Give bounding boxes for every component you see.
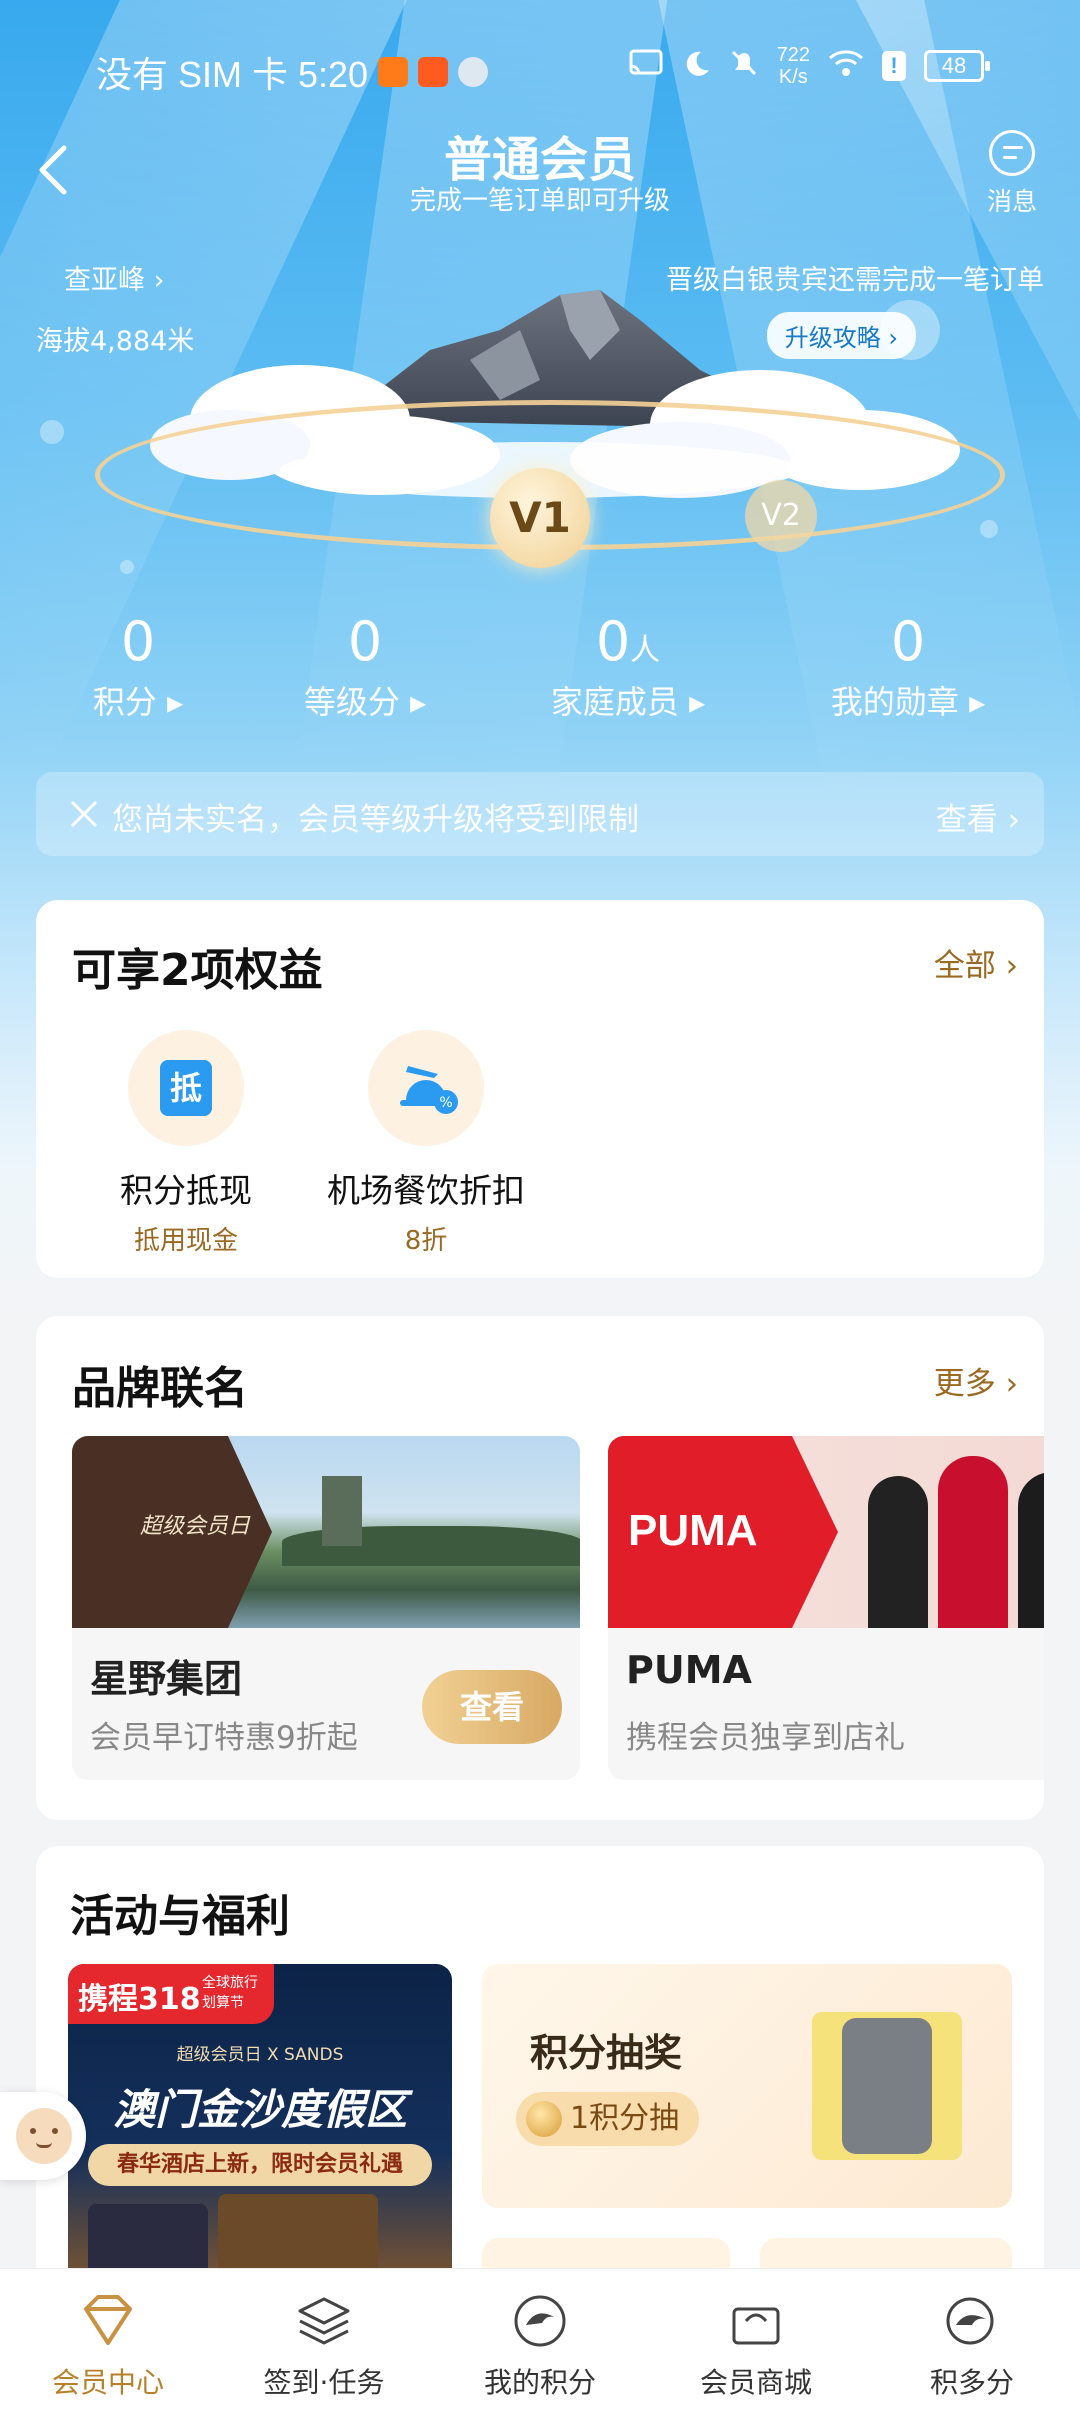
brand-view-button[interactable]: 查看 [422, 1670, 562, 1744]
bottom-tab-bar: 会员中心 签到·任务 我的积分 会员商城 积多分 [0, 2268, 1080, 2412]
brands-more-link[interactable]: 更多 › [934, 1358, 1018, 1403]
close-icon[interactable] [64, 794, 104, 834]
lottery-card[interactable]: 积分抽奖 1积分抽 [482, 1964, 1012, 2208]
chevron-right-icon: › [153, 265, 165, 296]
lottery-prize-image [812, 2012, 962, 2160]
brands-card: 品牌联名 更多 › 超级会员日 星野集团 会员早订特惠9折起 查看 PUMA P… [36, 1316, 1044, 1820]
alert-icon: ! [882, 51, 906, 81]
tab-my-points[interactable]: 我的积分 [432, 2269, 648, 2412]
stat-level-score[interactable]: 0 等级分 ▸ [255, 610, 475, 723]
benefit-item-airport-dining[interactable]: % 机场餐饮折扣 8折 [316, 1030, 536, 1257]
brand-name: 星野集团 [90, 1657, 243, 1701]
tab-member-shop[interactable]: 会员商城 [648, 2269, 864, 2412]
coin-icon [526, 2101, 562, 2137]
message-icon [989, 130, 1035, 176]
app-notification-icon [378, 57, 409, 87]
benefits-title: 可享2项权益 [72, 945, 323, 996]
brand-desc: 会员早订特惠9折起 [90, 1720, 358, 1756]
dolphin-coin-icon [510, 2291, 570, 2351]
status-bar: 没有 SIM 卡 5:20 722 K/s ! 48 [0, 36, 1080, 96]
layers-icon [294, 2291, 354, 2351]
stat-medals[interactable]: 0 我的勋章 ▸ [798, 610, 1018, 723]
message-button[interactable]: 消息 [972, 130, 1052, 218]
stat-points[interactable]: 0 积分 ▸ [28, 610, 248, 723]
promo-banner-macau[interactable]: 携程318 全球旅行 划算节 超级会员日 X SANDS 澳门金沙度假区 春华酒… [68, 1964, 452, 2286]
moon-icon [681, 45, 711, 87]
benefits-all-link[interactable]: 全部 › [934, 940, 1018, 985]
tab-checkin-tasks[interactable]: 签到·任务 [216, 2269, 432, 2412]
cast-icon [629, 45, 663, 87]
carrier-time: 没有 SIM 卡 5:20 [96, 54, 369, 95]
notice-view-link[interactable]: 查看 › [936, 794, 1020, 839]
chevron-right-icon: › [888, 324, 898, 352]
stat-family[interactable]: 0人 家庭成员 ▸ [518, 610, 738, 723]
app-notification-icon-2 [418, 57, 449, 87]
brand-desc: 携程会员独享到店礼 [626, 1720, 905, 1756]
current-level-badge: V1 [490, 468, 590, 568]
diamond-icon [78, 2291, 138, 2351]
puma-logo: PUMA [628, 1506, 758, 1555]
brand-card-puma[interactable]: PUMA PUMA 携程会员独享到店礼 查看 [608, 1436, 1044, 1780]
promo-tag-sub2: 划算节 [202, 1995, 244, 2011]
activities-title: 活动与福利 [70, 1891, 290, 1942]
verification-notice[interactable]: 您尚未实名，会员等级升级将受到限制 查看 › [36, 772, 1044, 856]
brand-image-puma: PUMA [608, 1436, 1044, 1628]
svg-text:%: % [439, 1095, 452, 1111]
next-level-badge: V2 [745, 480, 817, 552]
benefit-item-points-cash[interactable]: 抵 积分抵现 抵用现金 [76, 1030, 296, 1257]
airport-dining-icon: % [368, 1030, 484, 1146]
points-deduct-icon: 抵 [128, 1030, 244, 1146]
brands-title: 品牌联名 [72, 1363, 248, 1414]
upgrade-guide-button[interactable]: 升级攻略 › [766, 312, 916, 359]
wifi-icon [828, 45, 864, 87]
assistant-float-button[interactable] [0, 2092, 86, 2180]
notice-text: 您尚未实名，会员等级升级将受到限制 [112, 802, 639, 838]
peak-name: 查亚峰 [64, 265, 145, 296]
lottery-title: 积分抽奖 [530, 2031, 683, 2075]
brand-logo-hoshino: 超级会员日 [140, 1514, 251, 1539]
promo-brand-line: 超级会员日 X SANDS [176, 2045, 344, 2065]
shop-bag-icon [726, 2291, 786, 2351]
peak-info[interactable]: 查亚峰 › 海拔4,884米 [36, 258, 194, 358]
message-label: 消息 [986, 187, 1037, 216]
benefits-card: 可享2项权益 全部 › 抵 积分抵现 抵用现金 % 机场餐饮折扣 8折 [36, 900, 1044, 1278]
page-subtitle: 完成一笔订单即可升级 [409, 186, 670, 216]
brand-card-hoshino[interactable]: 超级会员日 星野集团 会员早订特惠9折起 查看 [72, 1436, 580, 1780]
tab-earn-more[interactable]: 积多分 [864, 2269, 1080, 2412]
altitude: 海拔4,884米 [36, 326, 195, 357]
promo-subtitle: 春华酒店上新，限时会员礼遇 [88, 2144, 432, 2186]
promo-tag-sub1: 全球旅行 [202, 1975, 258, 1991]
brand-name: PUMA [626, 1648, 752, 1692]
upgrade-tip: 晋级白银贵宾还需完成一笔订单 [666, 265, 1044, 296]
dolphin-badge-icon [942, 2291, 1002, 2351]
activities-card: 活动与福利 携程318 全球旅行 划算节 超级会员日 X SANDS 澳门金沙度… [36, 1846, 1044, 2286]
mute-bell-icon [729, 45, 759, 87]
battery-indicator: 48 [924, 50, 990, 82]
assistant-face-icon [16, 2108, 72, 2164]
lottery-badge: 1积分抽 [516, 2092, 700, 2146]
tab-member-center[interactable]: 会员中心 [0, 2269, 216, 2412]
promo-title: 澳门金沙度假区 [112, 2085, 407, 2134]
brand-image-hoshino: 超级会员日 [72, 1436, 580, 1628]
promo-tag: 携程318 [78, 1982, 201, 2017]
weather-icon [458, 57, 489, 87]
network-speed: 722 K/s [776, 44, 810, 88]
